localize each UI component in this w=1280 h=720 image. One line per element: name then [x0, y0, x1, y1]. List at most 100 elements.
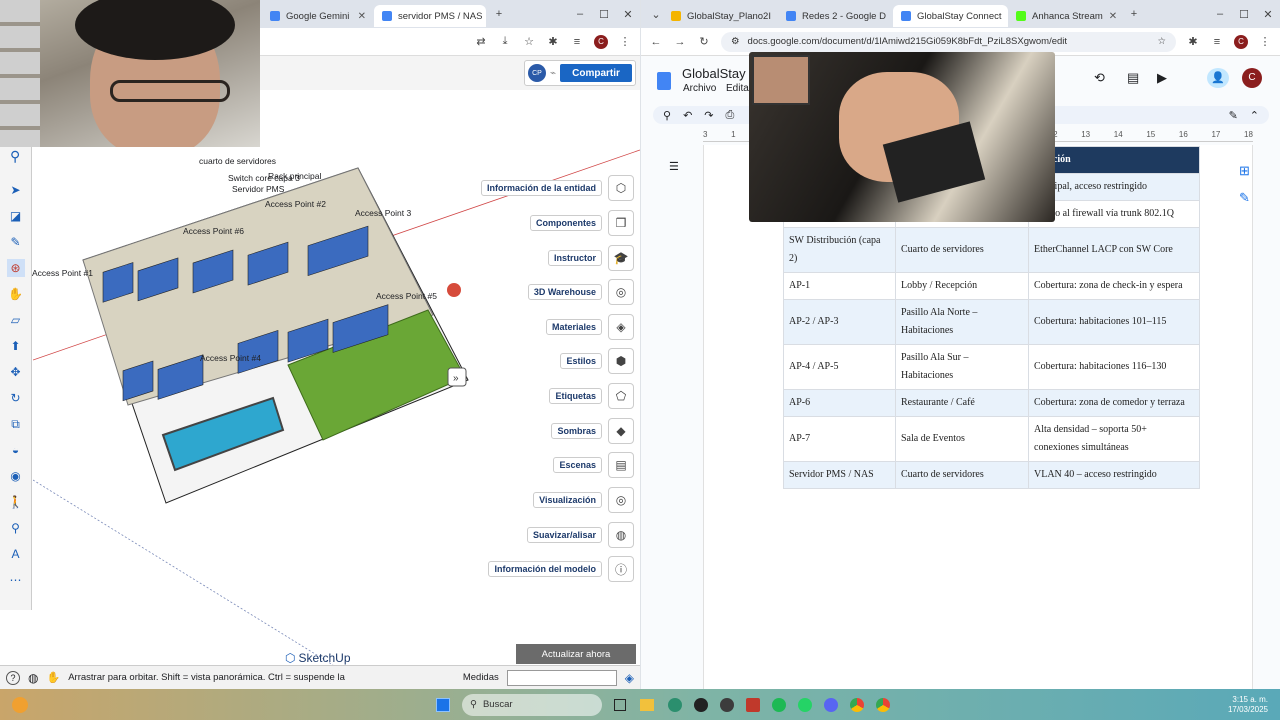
extensions-icon[interactable]: ✱ — [546, 35, 560, 48]
spotify-icon[interactable] — [772, 697, 786, 712]
avatar[interactable]: C — [1234, 34, 1248, 49]
taskbar-search[interactable]: ⚲ Buscar — [462, 693, 602, 716]
search-icon[interactable]: ⚲ — [663, 109, 671, 122]
panel-model-info[interactable]: Información del modelo ⓘ — [488, 556, 634, 582]
windows-start-icon[interactable] — [436, 697, 450, 712]
share-people-icon[interactable]: 👤 — [1207, 68, 1229, 88]
panel-entity-info[interactable]: Información de la entidad ⬡ — [480, 175, 634, 201]
translate-icon[interactable]: ⇄ — [474, 35, 488, 48]
redo-icon[interactable]: ↷ — [704, 109, 713, 122]
minimize-icon[interactable]: – — [568, 8, 592, 20]
weather-icon[interactable] — [12, 696, 28, 713]
new-tab-icon[interactable]: + — [492, 8, 506, 20]
bookmark-star-icon[interactable]: ☆ — [522, 35, 536, 48]
outline-icon[interactable]: ☰ — [669, 160, 679, 173]
close-window-icon[interactable]: ✕ — [616, 8, 640, 21]
media-icon[interactable]: ≡ — [1210, 36, 1224, 48]
tab-stream[interactable]: Anhanca Stream ✕ — [1008, 5, 1123, 27]
orbit-icon[interactable]: ⊛ — [6, 259, 25, 277]
comments-icon[interactable]: ▤ — [1127, 70, 1139, 86]
docs-logo-icon[interactable] — [657, 72, 671, 90]
reload-icon[interactable]: ↻ — [697, 35, 711, 48]
look-around-icon[interactable]: ⚲ — [7, 519, 25, 537]
task-view-icon[interactable] — [614, 698, 626, 711]
panel-styles[interactable]: Estilos ⬢ — [560, 348, 634, 374]
collapse-icon[interactable]: ⌃ — [1250, 109, 1259, 122]
install-icon[interactable]: ⤓ — [498, 35, 512, 48]
maximize-icon[interactable]: ☐ — [1232, 8, 1256, 21]
more-tools-icon[interactable]: ⋯ — [7, 571, 25, 589]
user-avatar[interactable]: CP — [528, 64, 546, 82]
panel-scenes[interactable]: Escenas ▤ — [553, 452, 634, 478]
update-now-button[interactable]: Actualizar ahora — [516, 644, 636, 664]
forward-icon[interactable]: → — [673, 36, 687, 48]
panel-shadows[interactable]: Sombras ◆ — [551, 418, 634, 444]
doc-title[interactable]: GlobalStay C — [682, 66, 759, 81]
globe-icon[interactable]: ◍ — [28, 671, 38, 685]
menu-icon[interactable]: ⋮ — [618, 35, 632, 48]
sketchup-app-icon[interactable] — [746, 697, 760, 712]
measure-input[interactable] — [506, 669, 617, 686]
panel-display[interactable]: Visualización ◎ — [533, 487, 634, 513]
site-info-icon[interactable]: ⚙ — [731, 36, 740, 47]
chrome-icon[interactable] — [850, 697, 864, 712]
tape-measure-icon[interactable]: ◉ — [7, 467, 25, 485]
rectangle-icon[interactable]: ▱ — [7, 311, 25, 329]
text-icon[interactable]: A — [7, 545, 25, 563]
tab-servidor[interactable]: servidor PMS / NAS ✕ — [374, 5, 486, 27]
obs-icon[interactable] — [720, 697, 734, 712]
panel-soften[interactable]: Suavizar/alisar ◍ — [526, 522, 634, 548]
pan-icon[interactable]: ✋ — [7, 285, 25, 303]
extensions-icon[interactable]: ✱ — [1186, 35, 1200, 48]
close-icon[interactable]: ✕ — [358, 11, 366, 22]
url-bar[interactable]: ⚙ docs.google.com/document/d/1lAmiwd215G… — [721, 31, 1176, 52]
edge-icon[interactable] — [668, 697, 682, 712]
bookmark-star-icon[interactable]: ☆ — [1157, 36, 1166, 47]
suggest-edit-icon[interactable]: ✎ — [1239, 190, 1250, 206]
minimize-icon[interactable]: – — [1208, 8, 1232, 20]
tab-gemini[interactable]: Google Gemini ✕ — [262, 5, 374, 27]
share-button[interactable]: Compartir — [560, 64, 632, 82]
file-explorer-icon[interactable] — [640, 698, 654, 711]
edit-mode-icon[interactable]: ✎ — [1229, 109, 1238, 122]
tab-globalstay[interactable]: GlobalStay Connect ✕ — [893, 5, 1008, 27]
panel-3d-warehouse[interactable]: 3D Warehouse ◎ — [527, 279, 634, 305]
rotate-icon[interactable]: ↻ — [7, 389, 25, 407]
maximize-icon[interactable]: ☐ — [592, 8, 616, 21]
menu-icon[interactable]: ⋮ — [1258, 35, 1272, 48]
eraser-icon[interactable]: ◪ — [7, 207, 25, 225]
menu-archivo[interactable]: Archivo — [683, 83, 716, 94]
avatar[interactable]: C — [594, 34, 608, 49]
new-tab-icon[interactable]: + — [1127, 8, 1141, 20]
close-window-icon[interactable]: ✕ — [1256, 8, 1280, 21]
back-icon[interactable]: ← — [649, 36, 663, 48]
history-icon[interactable]: ⟲ — [1094, 70, 1105, 86]
walk-icon[interactable]: 🚶 — [7, 493, 25, 511]
tab-list-icon[interactable]: ⌄ — [649, 8, 663, 21]
paint-bucket-icon[interactable]: ◒ — [7, 441, 25, 459]
share-icon[interactable]: ⌁ — [550, 68, 556, 79]
meet-icon[interactable]: ▶ — [1157, 70, 1167, 86]
scale-icon[interactable]: ⧉ — [7, 415, 25, 433]
add-comment-icon[interactable]: ⊞ — [1239, 163, 1250, 179]
panel-tags[interactable]: Etiquetas ⬠ — [549, 383, 634, 409]
capcut-icon[interactable] — [694, 697, 708, 712]
chrome-profile-icon[interactable] — [876, 697, 890, 712]
help-icon[interactable]: ? — [6, 670, 20, 685]
panel-components[interactable]: Componentes ❒ — [529, 210, 634, 236]
close-icon[interactable]: ✕ — [1109, 11, 1117, 22]
print-icon[interactable]: ⎙ — [726, 109, 735, 122]
push-pull-icon[interactable]: ⬆ — [7, 337, 25, 355]
pencil-icon[interactable]: ✎ — [7, 233, 25, 251]
whatsapp-icon[interactable] — [798, 697, 812, 712]
select-icon[interactable]: ➤ — [7, 181, 25, 199]
search-icon[interactable]: ⚲ — [10, 148, 20, 165]
clock[interactable]: 3:15 a. m. 17/03/2025 — [1228, 695, 1268, 714]
move-icon[interactable]: ✥ — [7, 363, 25, 381]
settings-icon[interactable]: ◈ — [625, 671, 634, 685]
undo-icon[interactable]: ↶ — [683, 109, 692, 122]
tab-plano[interactable]: #f4b400 GlobalStay_Plano2I ✕ — [663, 5, 778, 27]
avatar[interactable]: C — [1242, 68, 1262, 88]
panel-materials[interactable]: Materiales ◈ — [545, 314, 634, 340]
media-icon[interactable]: ≡ — [570, 36, 584, 48]
